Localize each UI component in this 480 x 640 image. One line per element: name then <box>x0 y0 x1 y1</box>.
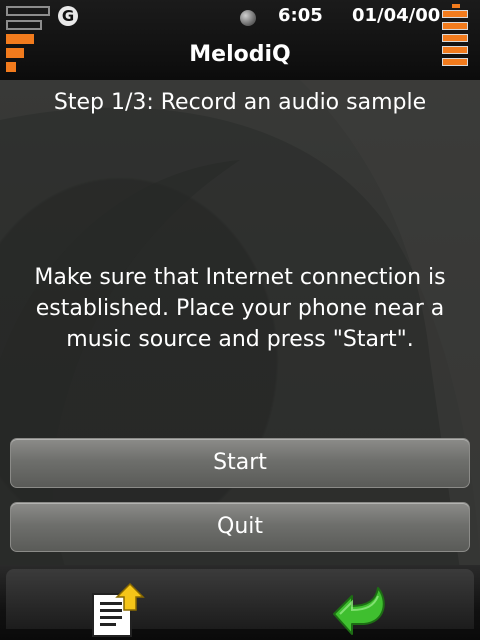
instructions-text: Make sure that Internet connection is es… <box>34 265 446 352</box>
step-heading: Step 1/3: Record an audio sample <box>53 90 427 115</box>
status-dot-icon <box>240 10 256 26</box>
start-button[interactable]: Start <box>10 438 470 488</box>
document-upload-icon[interactable] <box>90 582 146 638</box>
quit-button[interactable]: Quit <box>10 502 470 552</box>
softkey-bar <box>0 565 480 640</box>
back-arrow-icon[interactable] <box>330 584 390 636</box>
clock: 6:05 <box>278 5 323 26</box>
network-g-icon: G <box>58 6 78 26</box>
date: 01/04/00 <box>352 5 441 26</box>
app-title: MelodiQ <box>189 42 291 67</box>
status-bar: G 6:05 01/04/00 MelodiQ <box>0 0 480 80</box>
